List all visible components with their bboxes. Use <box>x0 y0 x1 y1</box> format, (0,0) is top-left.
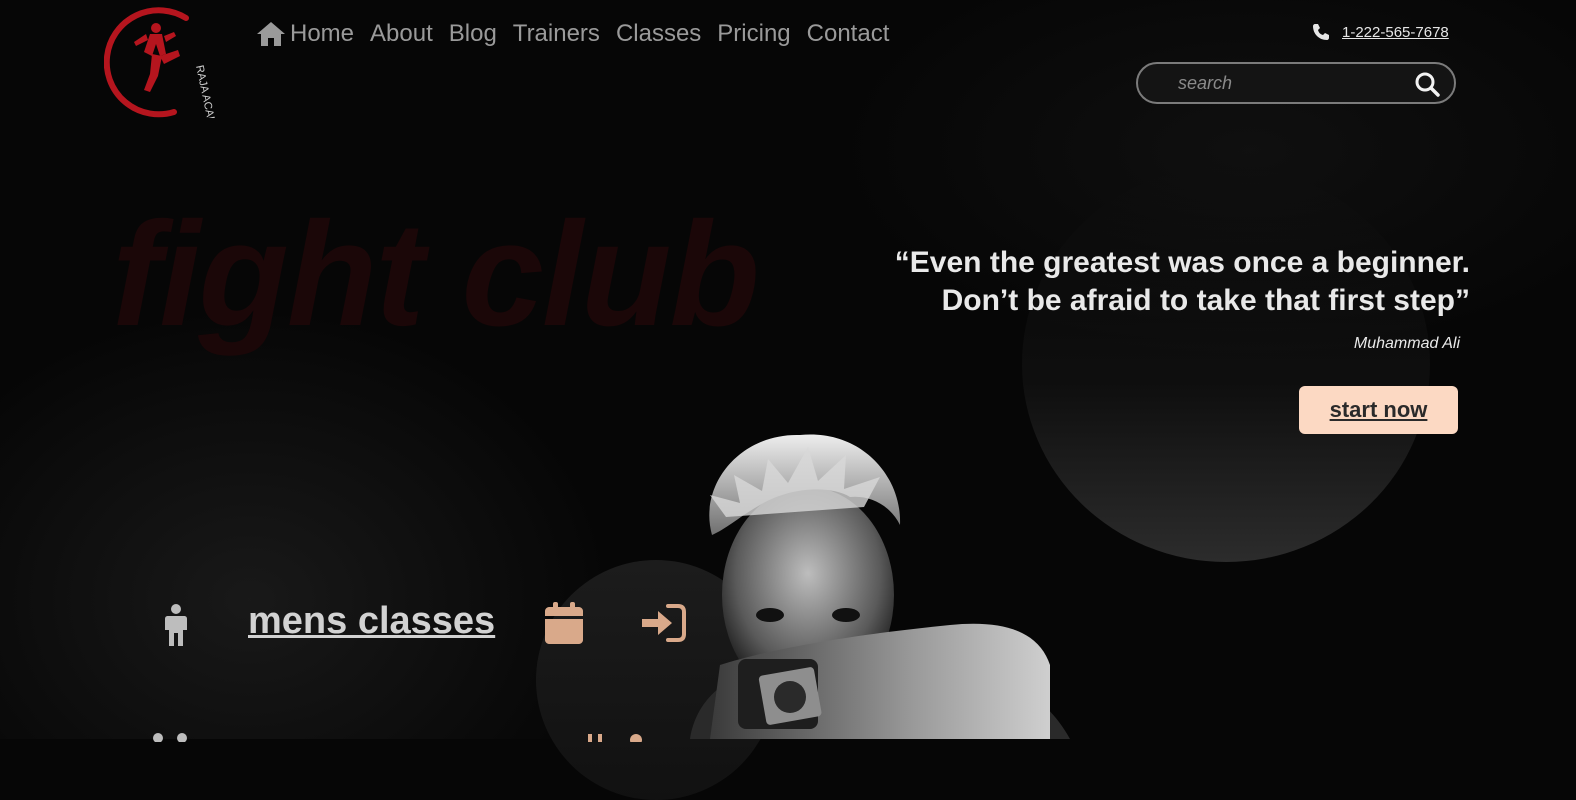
logo[interactable]: RAJA ACADEMY <box>103 6 222 150</box>
nav-about[interactable]: About <box>370 20 433 48</box>
home-icon <box>257 22 285 46</box>
phone-contact: 1-222-565-7678 <box>1312 23 1449 41</box>
group-icon <box>153 733 187 742</box>
hero-quote: “Even the greatest was once a beginner. … <box>830 244 1470 320</box>
search-input[interactable] <box>1176 71 1400 95</box>
nav-contact[interactable]: Contact <box>807 20 890 48</box>
start-now-button[interactable]: start now <box>1299 386 1458 434</box>
partial-icons <box>588 734 642 742</box>
quote-line-2: Don’t be afraid to take that first step” <box>941 284 1470 317</box>
classes-row: mens classes <box>160 598 700 654</box>
fighter-image <box>690 434 1070 739</box>
nav-trainers[interactable]: Trainers <box>513 20 600 48</box>
nav-blog[interactable]: Blog <box>449 20 497 48</box>
logo-emblem-icon: RAJA ACADEMY <box>103 7 222 150</box>
search-bar <box>1136 62 1456 104</box>
nav-pricing[interactable]: Pricing <box>717 20 790 48</box>
sign-in-icon[interactable] <box>642 604 686 642</box>
search-icon[interactable] <box>1414 71 1440 97</box>
classes-row-partial <box>150 726 710 746</box>
main-nav: Home About Blog Trainers Classes Pricing… <box>256 20 905 48</box>
quote-author: Muhammad Ali <box>1353 335 1460 352</box>
logo-text: RAJA ACADEMY <box>193 64 222 118</box>
nav-classes[interactable]: Classes <box>616 20 701 48</box>
quote-line-1: “Even the greatest was once a beginner. <box>894 246 1470 279</box>
nav-home[interactable]: Home <box>256 20 354 48</box>
phone-number-link[interactable]: 1-222-565-7678 <box>1342 24 1449 41</box>
calendar-icon[interactable] <box>545 602 583 644</box>
phone-icon <box>1313 24 1329 40</box>
mens-classes-link[interactable]: mens classes <box>248 600 495 643</box>
nav-home-label: Home <box>290 20 355 47</box>
hero-title: fight club <box>112 192 760 357</box>
person-icon <box>165 604 187 646</box>
